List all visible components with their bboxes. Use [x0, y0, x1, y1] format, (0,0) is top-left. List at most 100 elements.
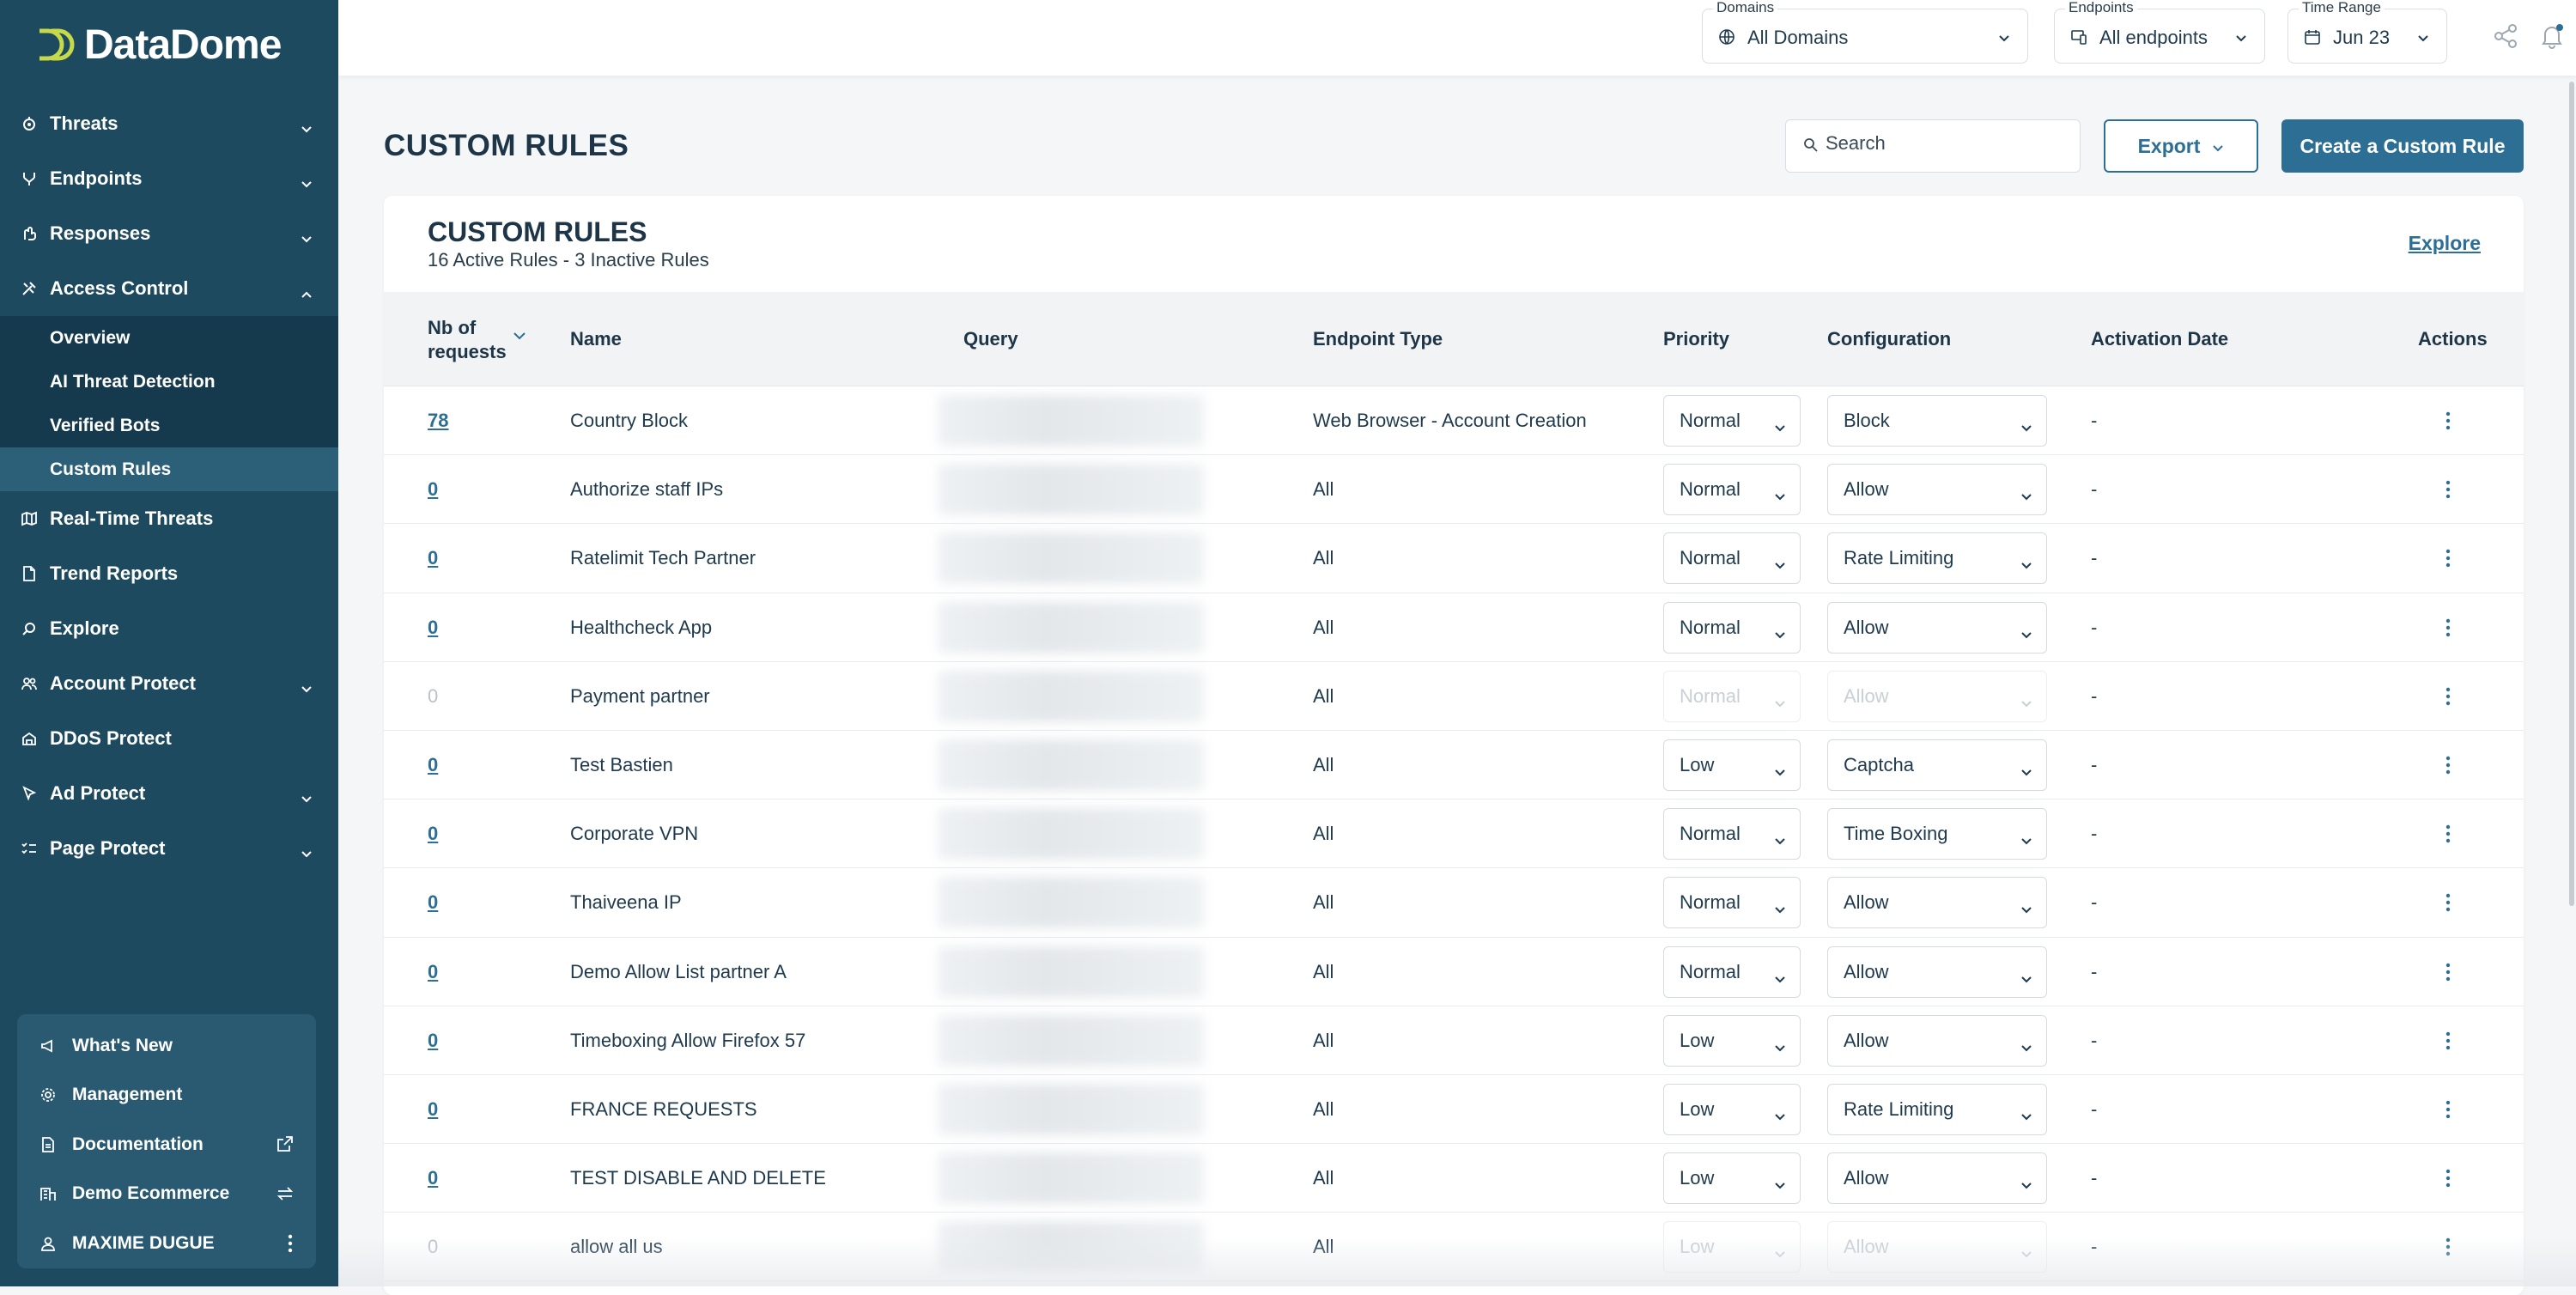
configuration-select[interactable]: Allow [1827, 464, 2047, 516]
priority-select[interactable]: Low [1663, 1083, 1801, 1135]
export-button[interactable]: Export [2104, 119, 2258, 173]
priority-select[interactable]: Low [1663, 1152, 1801, 1205]
share-icon[interactable] [2492, 22, 2519, 50]
management-link[interactable]: Management [17, 1071, 316, 1121]
table-row[interactable]: 78 Country Block Web Browser - Account Cre… [384, 386, 2524, 456]
table-row[interactable]: 0 Ratelimit Tech Partner All Normal Rate Lim… [384, 524, 2524, 593]
sidebar-item-trend-reports[interactable]: Trend Reports [0, 546, 338, 601]
sidebar-subitem-overview[interactable]: Overview [0, 316, 338, 360]
priority-select[interactable]: Normal [1663, 877, 1801, 929]
request-count-link[interactable]: 0 [428, 891, 438, 914]
sidebar-subitem-ai-threat-detection[interactable]: AI Threat Detection [0, 360, 338, 404]
request-count-link[interactable]: 78 [428, 410, 448, 432]
row-actions-kebab-icon[interactable] [2445, 410, 2451, 431]
endpoints-filter[interactable]: Endpoints All endpoints [2054, 0, 2265, 64]
priority-select[interactable]: Low [1663, 739, 1801, 791]
sort-desc-icon[interactable] [513, 330, 526, 345]
request-count-link[interactable]: 0 [428, 1167, 438, 1189]
sidebar-item-account-protect[interactable]: Account Protect [0, 656, 338, 711]
priority-select[interactable]: Normal [1663, 395, 1801, 447]
priority-value: Low [1680, 753, 1715, 775]
swap-icon [276, 1185, 294, 1207]
configuration-select[interactable]: Allow [1827, 945, 2047, 998]
priority-select[interactable]: Normal [1663, 532, 1801, 585]
sidebar-item-ddos-protect[interactable]: DDoS Protect [0, 711, 338, 766]
request-count-link[interactable]: 0 [428, 754, 438, 776]
configuration-select[interactable]: Captcha [1827, 739, 2047, 791]
table-row[interactable]: 0 TEST DISABLE AND DELETE All Low Allow - [384, 1144, 2524, 1213]
request-count-link[interactable]: 0 [428, 547, 438, 569]
search-field[interactable] [1785, 119, 2081, 173]
row-actions-kebab-icon[interactable] [2445, 548, 2451, 568]
sidebar-item-endpoints[interactable]: Endpoints [0, 151, 338, 206]
table-row[interactable]: 0 Corporate VPN All Normal Time Boxing - [384, 799, 2524, 869]
table-row[interactable]: 0 Healthcheck App All Normal Allow - [384, 593, 2524, 662]
request-count-link[interactable]: 0 [428, 1098, 438, 1121]
configuration-select[interactable]: Allow [1827, 670, 2047, 722]
sidebar-item-ad-protect[interactable]: Ad Protect [0, 766, 338, 821]
priority-select[interactable]: Normal [1663, 808, 1801, 860]
row-actions-kebab-icon[interactable] [2445, 1168, 2451, 1189]
scrollbar[interactable] [2569, 82, 2574, 906]
sidebar-item-responses[interactable]: Responses [0, 206, 338, 261]
management-label: Management [72, 1085, 183, 1105]
configuration-select[interactable]: Allow [1827, 877, 2047, 929]
row-actions-kebab-icon[interactable] [2445, 962, 2451, 982]
bell-icon[interactable] [2538, 22, 2566, 50]
sidebar-item-page-protect[interactable]: Page Protect [0, 821, 338, 876]
priority-select[interactable]: Normal [1663, 670, 1801, 722]
chevron-down-icon [2020, 553, 2032, 575]
kebab-icon[interactable] [287, 1234, 294, 1258]
documentation-link[interactable]: Documentation [17, 1120, 316, 1170]
sidebar-item-access-control[interactable]: Access Control [0, 261, 338, 316]
explore-link[interactable]: Explore [2409, 232, 2481, 255]
request-count-link[interactable]: 0 [428, 617, 438, 639]
priority-select[interactable]: Normal [1663, 945, 1801, 998]
row-actions-kebab-icon[interactable] [2445, 755, 2451, 775]
column-header-requests[interactable]: Nb of requests [428, 316, 507, 364]
time-range-filter[interactable]: Time Range Jun 23 [2287, 0, 2447, 64]
row-actions-kebab-icon[interactable] [2445, 1031, 2451, 1051]
datadome-logo[interactable]: DataDome [36, 19, 282, 70]
configuration-select[interactable]: Time Boxing [1827, 808, 2047, 860]
priority-value: Normal [1680, 616, 1741, 638]
configuration-select[interactable]: Block [1827, 395, 2047, 447]
sidebar-item-explore[interactable]: Explore [0, 601, 338, 656]
search-input[interactable] [1826, 132, 2066, 155]
table-row[interactable]: 0 Thaiveena IP All Normal Allow - [384, 868, 2524, 938]
sidebar-subitem-verified-bots[interactable]: Verified Bots [0, 404, 338, 447]
configuration-select[interactable]: Rate Limiting [1827, 532, 2047, 585]
table-row[interactable]: 0 Authorize staff IPs All Normal Allow - [384, 455, 2524, 525]
priority-select[interactable]: Normal [1663, 601, 1801, 654]
row-actions-kebab-icon[interactable] [2445, 479, 2451, 500]
row-actions-kebab-icon[interactable] [2445, 1099, 2451, 1120]
sidebar-item-threats[interactable]: Threats [0, 96, 338, 151]
create-custom-rule-button[interactable]: Create a Custom Rule [2281, 119, 2524, 173]
request-count-link[interactable]: 0 [428, 1030, 438, 1052]
row-actions-kebab-icon[interactable] [2445, 686, 2451, 707]
row-actions-kebab-icon[interactable] [2445, 617, 2451, 638]
table-row[interactable]: 0 FRANCE REQUESTS All Low Rate Limiting - [384, 1075, 2524, 1145]
user-menu[interactable]: MAXIME DUGUE [17, 1219, 316, 1268]
configuration-select[interactable]: Rate Limiting [1827, 1083, 2047, 1135]
table-row[interactable]: 0 Demo Allow List partner A All Normal Allow… [384, 938, 2524, 1006]
table-row[interactable]: 0 Timeboxing Allow Firefox 57 All Low Allow - [384, 1006, 2524, 1075]
table-row[interactable]: 0 Payment partner All Normal Allow - [384, 662, 2524, 731]
request-count-link[interactable]: 0 [428, 961, 438, 983]
configuration-select[interactable]: Allow [1827, 1014, 2047, 1067]
request-count-link[interactable]: 0 [428, 823, 438, 845]
priority-select[interactable]: Normal [1663, 464, 1801, 516]
domains-filter[interactable]: Domains All Domains [1702, 0, 2028, 64]
table-row[interactable]: 0 Test Bastien All Low Captcha - [384, 731, 2524, 800]
request-count-link[interactable]: 0 [428, 478, 438, 501]
configuration-select[interactable]: Allow [1827, 1152, 2047, 1205]
row-actions-kebab-icon[interactable] [2445, 892, 2451, 913]
row-actions-kebab-icon[interactable] [2445, 824, 2451, 844]
sidebar-subitem-custom-rules[interactable]: Custom Rules [0, 447, 338, 491]
configuration-select[interactable]: Allow [1827, 601, 2047, 654]
whats-new-link[interactable]: What's New [17, 1021, 316, 1071]
priority-select[interactable]: Low [1663, 1014, 1801, 1067]
endpoints-icon [21, 170, 38, 187]
demo-ecommerce-switch[interactable]: Demo Ecommerce [17, 1170, 316, 1219]
sidebar-item-real-time-threats[interactable]: Real-Time Threats [0, 491, 338, 546]
